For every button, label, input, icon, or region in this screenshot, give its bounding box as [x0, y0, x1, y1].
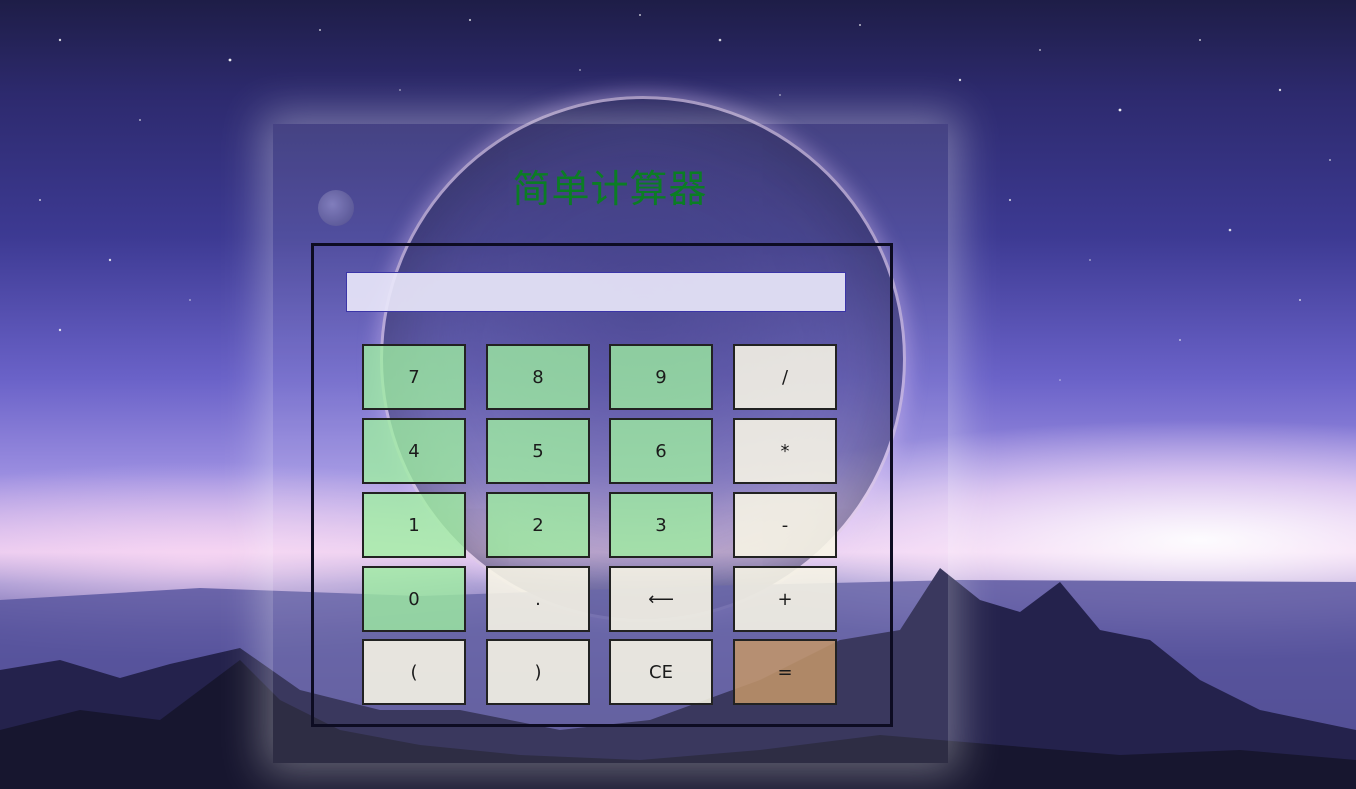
key-1[interactable]: 1: [362, 492, 466, 558]
key-right-paren[interactable]: ): [486, 639, 590, 705]
clear-entry-button[interactable]: CE: [609, 639, 713, 705]
page-title: 简单计算器: [512, 167, 708, 211]
backspace-button[interactable]: ⟵: [609, 566, 713, 632]
key-8[interactable]: 8: [486, 344, 590, 410]
key-4[interactable]: 4: [362, 418, 466, 484]
key-minus[interactable]: -: [733, 492, 837, 558]
key-3[interactable]: 3: [609, 492, 713, 558]
key-6[interactable]: 6: [609, 418, 713, 484]
key-decimal[interactable]: .: [486, 566, 590, 632]
key-left-paren[interactable]: (: [362, 639, 466, 705]
display-input[interactable]: [346, 272, 846, 312]
key-multiply[interactable]: *: [733, 418, 837, 484]
key-5[interactable]: 5: [486, 418, 590, 484]
equals-button[interactable]: =: [733, 639, 837, 705]
key-2[interactable]: 2: [486, 492, 590, 558]
key-9[interactable]: 9: [609, 344, 713, 410]
key-7[interactable]: 7: [362, 344, 466, 410]
key-plus[interactable]: +: [733, 566, 837, 632]
key-divide[interactable]: /: [733, 344, 837, 410]
key-0[interactable]: 0: [362, 566, 466, 632]
